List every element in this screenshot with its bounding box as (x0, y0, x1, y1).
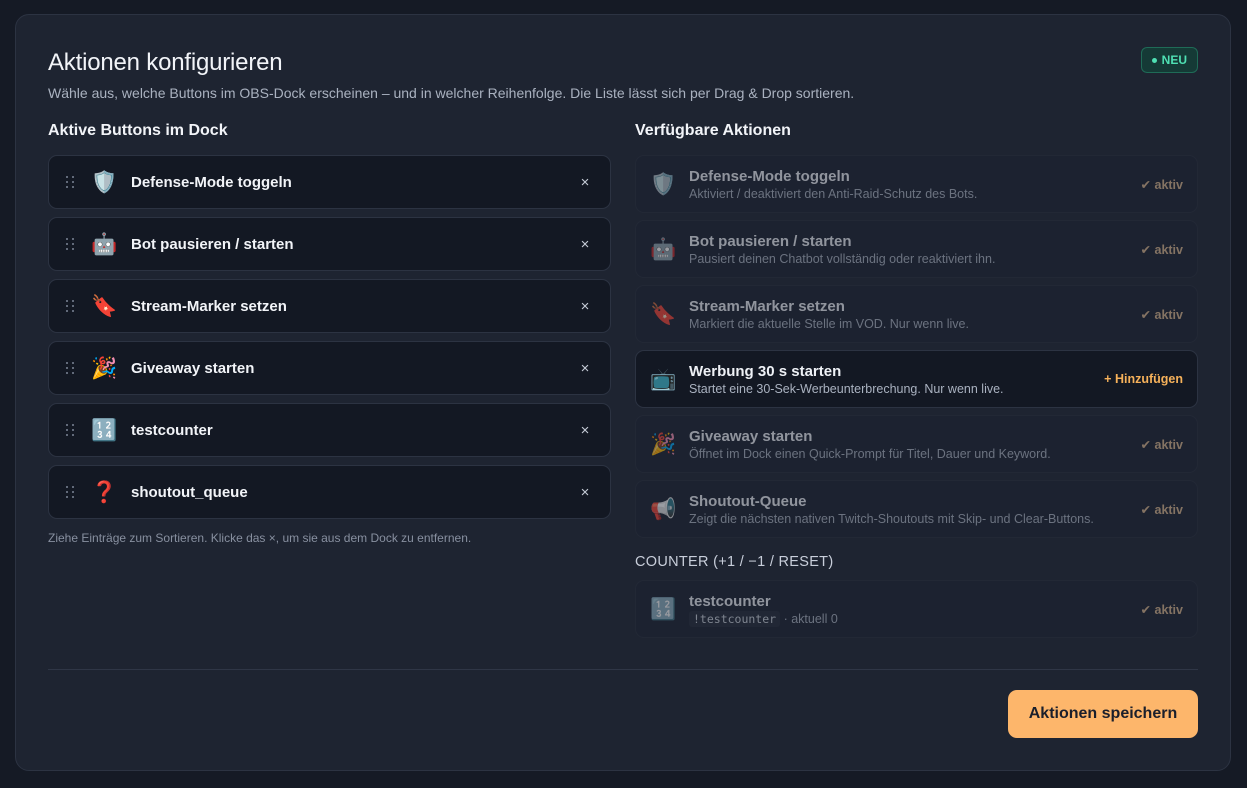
available-item-shoutout-queue: 📢 Shoutout-Queue Zeigt die nächsten nati… (635, 480, 1198, 538)
available-item-title: testcounter (689, 592, 771, 610)
shield-icon: 🛡️ (650, 172, 677, 196)
available-item-description: Pausiert deinen Chatbot vollständig oder… (689, 251, 996, 266)
active-status-label: ✔ aktiv (1140, 177, 1183, 192)
active-item-shoutout-queue[interactable]: ❓ shoutout_queue × (48, 465, 611, 519)
megaphone-icon: 📢 (650, 497, 677, 521)
active-status-label: ✔ aktiv (1140, 437, 1183, 452)
available-item-title: Giveaway starten (689, 427, 813, 445)
available-item-ad-break[interactable]: 📺 Werbung 30 s starten Startet eine 30-S… (635, 350, 1198, 408)
active-item-testcounter[interactable]: 🔢 testcounter × (48, 403, 611, 457)
robot-icon: 🤖 (91, 232, 118, 256)
party-popper-icon: 🎉 (91, 356, 118, 380)
active-buttons-heading: Aktive Buttons im Dock (48, 122, 228, 139)
available-item-description: Öffnet im Dock einen Quick-Prompt für Ti… (689, 446, 1051, 461)
available-item-description: Aktiviert / deaktiviert den Anti-Raid-Sc… (689, 186, 978, 201)
party-popper-icon: 🎉 (650, 432, 677, 456)
active-item-bot-pause[interactable]: 🤖 Bot pausieren / starten × (48, 217, 611, 271)
active-item-giveaway[interactable]: 🎉 Giveaway starten × (48, 341, 611, 395)
active-item-label: Bot pausieren / starten (131, 235, 294, 253)
drag-handle-icon[interactable] (63, 238, 77, 250)
active-item-defense-mode[interactable]: 🛡️ Defense-Mode toggeln × (48, 155, 611, 209)
counter-meta: !testcounter · aktuell 0 (689, 610, 1141, 627)
active-status-label: ✔ aktiv (1140, 502, 1183, 517)
active-status-label: ✔ aktiv (1140, 307, 1183, 322)
page-subtitle: Wähle aus, welche Buttons im OBS-Dock er… (48, 85, 855, 101)
active-buttons-list: 🛡️ Defense-Mode toggeln × 🤖 Bot pausiere… (48, 155, 611, 545)
bookmark-icon: 🔖 (650, 302, 677, 326)
remove-icon[interactable]: × (574, 233, 596, 255)
question-mark-icon: ❓ (91, 480, 118, 504)
available-item-description: Startet eine 30-Sek-Werbeunterbrechung. … (689, 381, 1004, 396)
remove-icon[interactable]: × (574, 419, 596, 441)
page-title: Aktionen konfigurieren (48, 49, 283, 76)
drag-handle-icon[interactable] (63, 362, 77, 374)
available-item-defense-mode: 🛡️ Defense-Mode toggeln Aktiviert / deak… (635, 155, 1198, 213)
active-item-label: Defense-Mode toggeln (131, 173, 292, 191)
drag-handle-icon[interactable] (63, 300, 77, 312)
available-item-title: Werbung 30 s starten (689, 362, 842, 380)
drag-handle-icon[interactable] (63, 424, 77, 436)
active-status-label: ✔ aktiv (1140, 242, 1183, 257)
active-item-label: testcounter (131, 421, 213, 439)
available-item-giveaway: 🎉 Giveaway starten Öffnet im Dock einen … (635, 415, 1198, 473)
available-item-title: Shoutout-Queue (689, 492, 807, 510)
active-item-label: Giveaway starten (131, 359, 255, 377)
active-item-label: Stream-Marker setzen (131, 297, 287, 315)
counter-value: · aktuell 0 (783, 611, 838, 626)
footer-divider (48, 669, 1198, 670)
available-item-description: Zeigt die nächsten nativen Twitch-Shouto… (689, 511, 1094, 526)
robot-icon: 🤖 (650, 237, 677, 261)
available-item-testcounter: 🔢 testcounter !testcounter · aktuell 0 ✔… (635, 580, 1198, 638)
available-item-title: Bot pausieren / starten (689, 232, 852, 250)
drag-handle-icon[interactable] (63, 486, 77, 498)
available-actions-list: 🛡️ Defense-Mode toggeln Aktiviert / deak… (635, 155, 1198, 645)
counter-section-heading: COUNTER (+1 / −1 / RESET) (635, 554, 834, 570)
available-item-description: Markiert die aktuelle Stelle im VOD. Nur… (689, 316, 969, 331)
active-item-label: shoutout_queue (131, 483, 248, 501)
sort-hint: Ziehe Einträge zum Sortieren. Klicke das… (48, 531, 472, 545)
available-item-stream-marker: 🔖 Stream-Marker setzen Markiert die aktu… (635, 285, 1198, 343)
active-item-stream-marker[interactable]: 🔖 Stream-Marker setzen × (48, 279, 611, 333)
remove-icon[interactable]: × (574, 295, 596, 317)
remove-icon[interactable]: × (574, 171, 596, 193)
available-item-bot-pause: 🤖 Bot pausieren / starten Pausiert deine… (635, 220, 1198, 278)
status-dot-icon (1151, 57, 1157, 63)
actions-config-panel: Aktionen konfigurieren Wähle aus, welche… (15, 14, 1231, 771)
bookmark-icon: 🔖 (91, 294, 118, 318)
new-badge: NEU (1140, 47, 1198, 73)
drag-handle-icon[interactable] (63, 176, 77, 188)
shield-icon: 🛡️ (91, 170, 118, 194)
tv-icon: 📺 (650, 367, 677, 391)
remove-icon[interactable]: × (574, 357, 596, 379)
save-actions-button[interactable]: Aktionen speichern (1008, 690, 1198, 738)
numbers-icon: 🔢 (650, 597, 677, 621)
counter-command: !testcounter (689, 610, 781, 627)
add-action-button[interactable]: + Hinzufügen (1104, 372, 1183, 386)
active-status-label: ✔ aktiv (1140, 602, 1183, 617)
available-actions-heading: Verfügbare Aktionen (635, 122, 791, 139)
new-badge-label: NEU (1161, 53, 1187, 67)
remove-icon[interactable]: × (574, 481, 596, 503)
available-item-title: Defense-Mode toggeln (689, 167, 850, 185)
available-item-title: Stream-Marker setzen (689, 297, 845, 315)
numbers-icon: 🔢 (91, 418, 118, 442)
